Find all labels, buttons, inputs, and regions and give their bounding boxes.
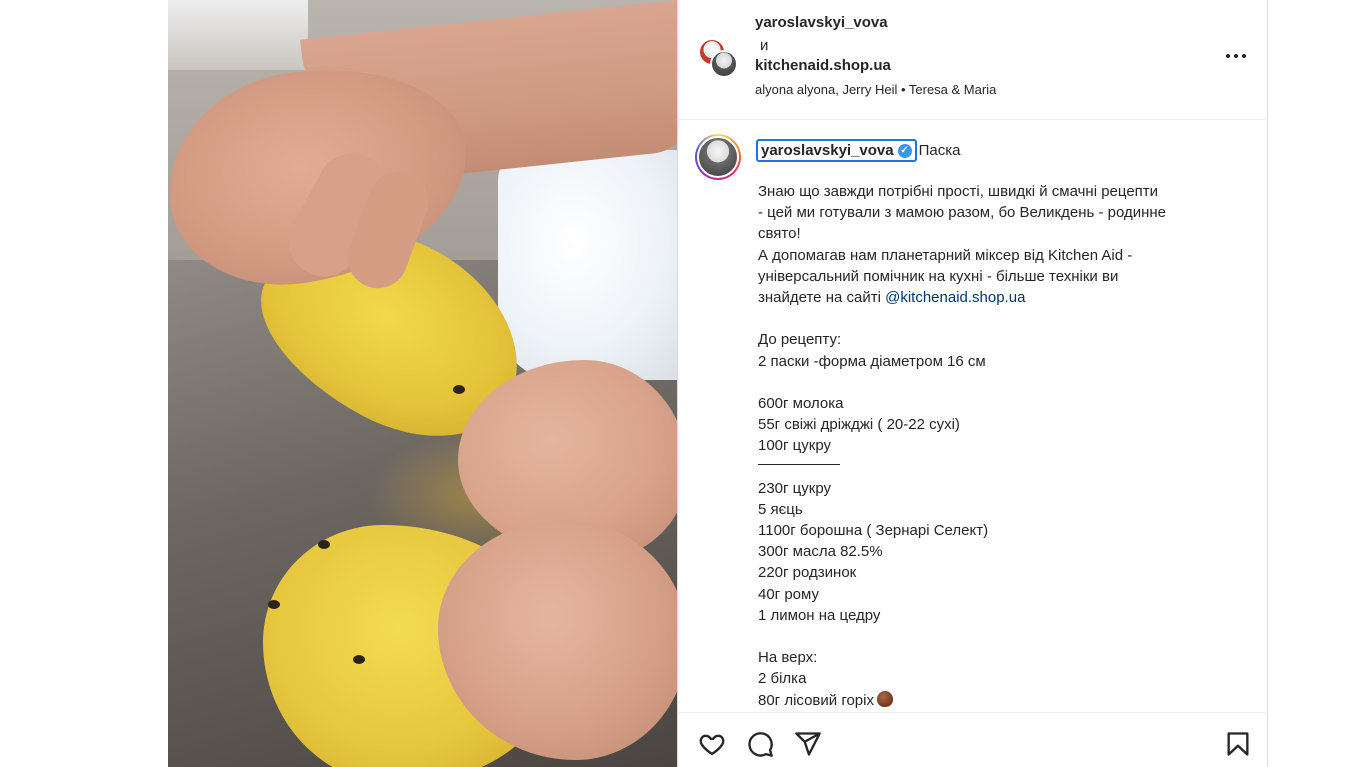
bookmark-icon xyxy=(1227,732,1249,756)
caption-line: 5 яєць xyxy=(758,500,803,518)
caption-author-row: yaroslavskyi_vova ✓ Паска xyxy=(756,139,960,162)
caption-line: 1 лимон на цедру xyxy=(758,606,881,624)
caption-line: 80г лісовий горіх xyxy=(758,691,874,709)
caption-title: Паска xyxy=(918,142,961,159)
comment-button[interactable] xyxy=(746,730,774,758)
more-horizontal-icon xyxy=(1226,54,1230,58)
caption-line: 100г цукру xyxy=(758,437,831,455)
caption-username-link[interactable]: yaroslavskyi_vova ✓ xyxy=(756,139,917,162)
avatar xyxy=(697,136,739,178)
caption-line: 2 білка xyxy=(758,670,807,688)
caption-line: Знаю що завжди потрібні прості, швидкі й… xyxy=(758,183,1159,200)
header-collab-username-link[interactable]: kitchenaid.shop.ua xyxy=(755,57,891,74)
caption-line-with-mention: знайдете на сайті @kitchenaid.shop.ua xyxy=(758,287,1248,308)
post-side-panel: yaroslavskyi_vova и kitchenaid.shop.ua a… xyxy=(677,0,1268,767)
more-horizontal-icon xyxy=(1242,54,1246,58)
media-raisin xyxy=(353,655,365,664)
heart-icon xyxy=(699,734,725,756)
post-actions-bar xyxy=(678,712,1268,767)
caption-line: 1100г борошна ( Зернарі Селект) xyxy=(758,522,989,539)
more-horizontal-icon xyxy=(1234,54,1238,58)
share-button[interactable] xyxy=(794,730,822,758)
media-raisin xyxy=(453,385,465,394)
media-raisin xyxy=(318,540,330,549)
caption-line: 220г родзинок xyxy=(758,564,857,582)
media-cloth xyxy=(498,150,677,380)
divider-rule xyxy=(758,463,840,465)
caption-body: Знаю що завжди потрібні прості, швидкі й… xyxy=(758,181,1248,711)
caption-line: 2 паски -форма діаметром 16 см xyxy=(758,352,986,370)
audio-track-link[interactable]: alyona alyona, Jerry Heil • Teresa & Mar… xyxy=(755,82,996,97)
caption-line: 55г свіжі дріжджі ( 20-22 сухі) xyxy=(758,416,960,434)
caption-line-with-emoji: 80г лісовий горіх xyxy=(758,690,1248,711)
caption-line: А допомагав нам планетарний міксер від K… xyxy=(758,246,1133,264)
caption-line: До рецепту: xyxy=(758,331,842,349)
header-conjunction: и xyxy=(760,37,769,54)
caption-line: - цей ми готували з мамою разом, бо Вели… xyxy=(758,204,1167,222)
post-header: yaroslavskyi_vova и kitchenaid.shop.ua a… xyxy=(678,0,1268,120)
media-background xyxy=(168,0,308,70)
post-caption: yaroslavskyi_vova ✓ Паска Знаю що завжди… xyxy=(678,121,1268,711)
header-username-link[interactable]: yaroslavskyi_vova xyxy=(755,14,888,31)
mention-link[interactable]: @kitchenaid.shop.ua xyxy=(885,289,1025,306)
caption-line: 230г цукру xyxy=(758,479,831,497)
hazelnut-emoji xyxy=(876,690,893,707)
caption-line: знайдете на сайті xyxy=(758,288,881,306)
more-options-button[interactable] xyxy=(1223,44,1249,68)
caption-line: універсальний помічник на кухні - більше… xyxy=(758,267,1119,285)
save-button[interactable] xyxy=(1224,730,1252,758)
caption-avatar[interactable] xyxy=(695,134,741,180)
collab-avatars[interactable] xyxy=(698,38,740,80)
caption-divider xyxy=(758,456,1248,477)
caption-line: На верх: xyxy=(758,649,818,667)
post-video[interactable] xyxy=(168,0,677,767)
caption-username: yaroslavskyi_vova xyxy=(761,142,894,159)
caption-line: 600г молока xyxy=(758,394,844,412)
like-button[interactable] xyxy=(698,730,726,758)
comment-icon xyxy=(748,732,773,757)
caption-line: 40г рому xyxy=(758,585,819,603)
share-icon xyxy=(795,732,821,756)
caption-line: свято! xyxy=(758,225,801,243)
verified-badge-icon: ✓ xyxy=(897,143,912,158)
media-raisin xyxy=(268,600,280,609)
avatar xyxy=(710,50,738,78)
instagram-post-dialog: yaroslavskyi_vova и kitchenaid.shop.ua a… xyxy=(0,0,1366,767)
caption-line: 300г масла 82.5% xyxy=(758,543,883,561)
